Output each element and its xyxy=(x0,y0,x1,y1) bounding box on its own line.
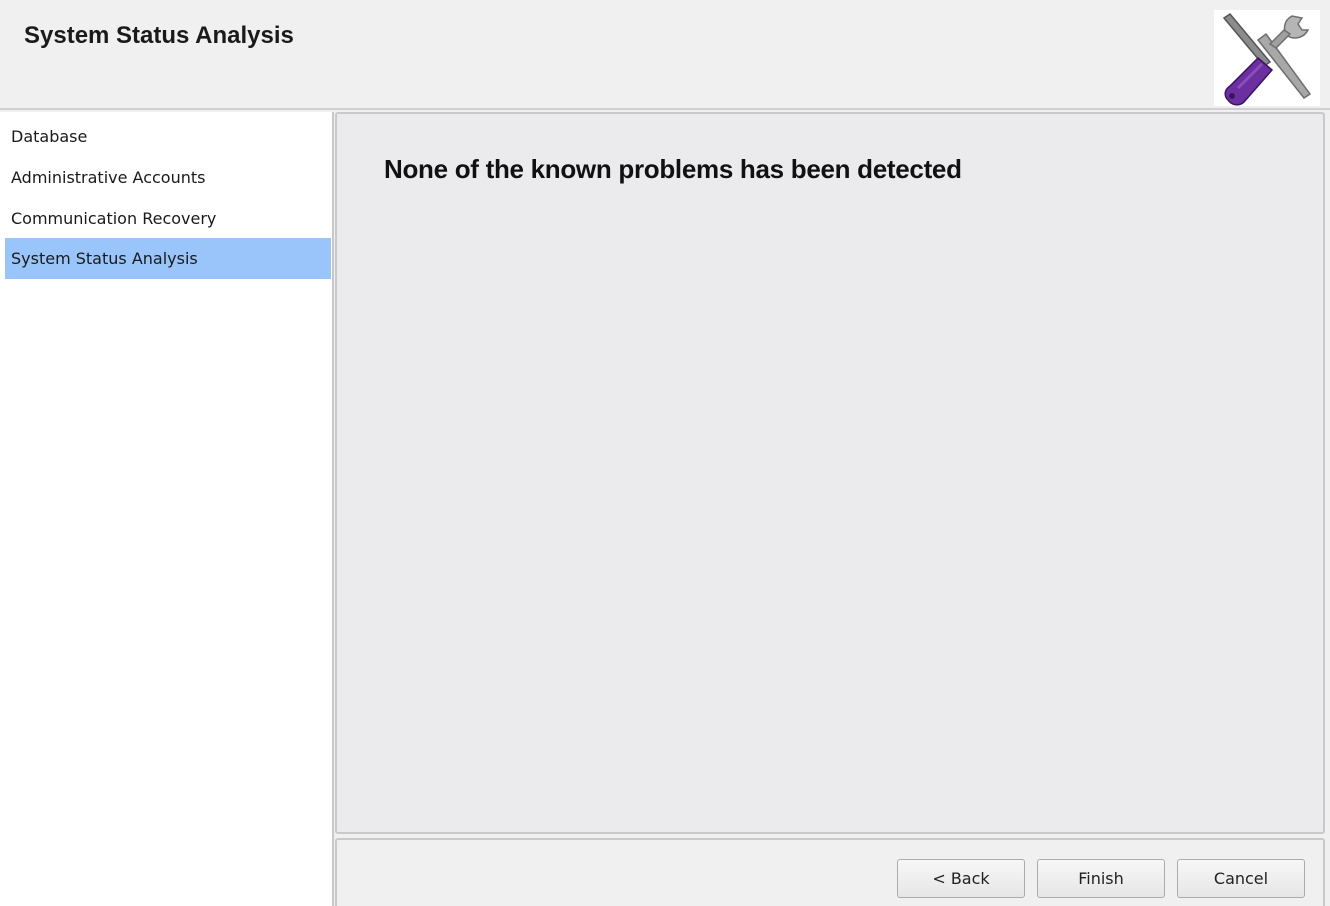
status-message: None of the known problems has been dete… xyxy=(384,154,962,184)
wizard-window: System Status Analysis Database Administ… xyxy=(0,0,1330,906)
sidebar-item-administrative-accounts[interactable]: Administrative Accounts xyxy=(5,157,331,198)
sidebar-item-communication-recovery[interactable]: Communication Recovery xyxy=(5,198,331,239)
wizard-steps-sidebar: Database Administrative Accounts Communi… xyxy=(0,112,334,906)
wizard-header: System Status Analysis xyxy=(0,0,1330,110)
sidebar-item-database[interactable]: Database xyxy=(5,116,331,157)
sidebar-item-system-status-analysis[interactable]: System Status Analysis xyxy=(5,238,331,279)
finish-button[interactable]: Finish xyxy=(1037,859,1165,898)
tools-icon xyxy=(1214,10,1320,106)
cancel-button[interactable]: Cancel xyxy=(1177,859,1305,898)
page-title: System Status Analysis xyxy=(24,22,294,49)
screwdriver-icon xyxy=(1222,13,1274,106)
content-panel: None of the known problems has been dete… xyxy=(335,112,1325,834)
back-button[interactable]: < Back xyxy=(897,859,1025,898)
button-bar: < Back Finish Cancel xyxy=(335,838,1325,906)
